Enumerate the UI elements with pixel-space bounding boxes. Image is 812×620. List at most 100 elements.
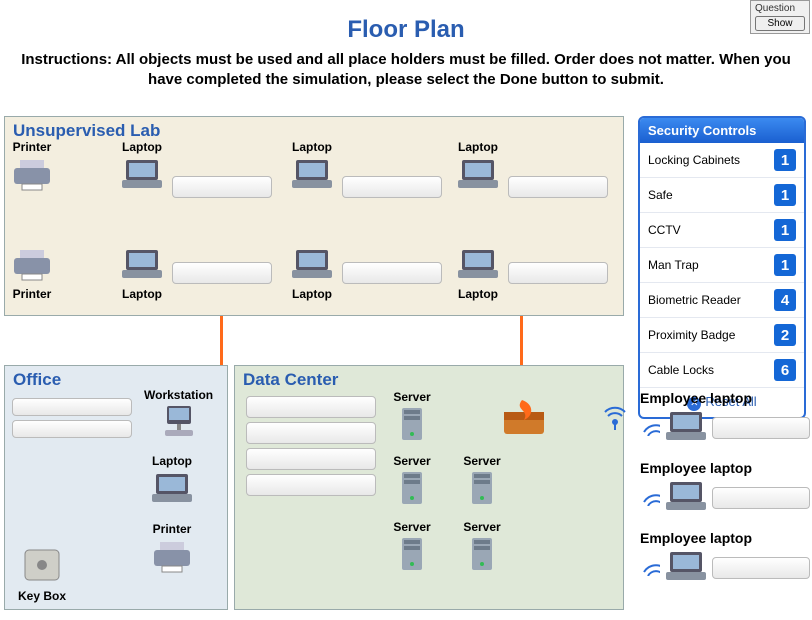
laptop-icon — [120, 156, 164, 195]
workstation-label: Workstation — [144, 388, 213, 402]
slot-lab-4[interactable] — [172, 262, 272, 284]
printer-2[interactable]: Printer — [10, 246, 54, 301]
keybox[interactable]: Key Box — [18, 546, 66, 603]
laptop-icon — [120, 246, 164, 285]
laptop-icon — [290, 246, 334, 285]
wifi-icon — [640, 486, 660, 509]
laptop-icon[interactable] — [664, 408, 708, 447]
laptop-icon — [456, 156, 500, 195]
control-label: Cable Locks — [648, 363, 714, 377]
laptop-icon — [290, 156, 334, 195]
floorplan-canvas: Unsupervised Lab Printer Laptop Laptop L… — [0, 110, 812, 620]
control-count: 1 — [774, 184, 796, 206]
control-count: 6 — [774, 359, 796, 381]
slot-office-1[interactable] — [12, 398, 132, 416]
workstation-1[interactable]: Workstation — [144, 388, 213, 443]
slot-office-2[interactable] — [12, 420, 132, 438]
security-controls-panel: Security Controls Locking Cabinets 1 Safe… — [638, 116, 806, 419]
keybox-icon — [23, 546, 61, 587]
laptop-icon[interactable] — [664, 548, 708, 587]
laptop-5[interactable]: Laptop — [290, 246, 334, 301]
control-biometric-reader[interactable]: Biometric Reader 4 — [640, 283, 804, 318]
laptop-label: Laptop — [120, 140, 164, 154]
slot-emp-2[interactable] — [712, 487, 810, 509]
server-icon — [390, 470, 434, 509]
access-point-icon — [600, 402, 630, 435]
control-locking-cabinets[interactable]: Locking Cabinets 1 — [640, 143, 804, 178]
keybox-label: Key Box — [18, 589, 66, 603]
server-label: Server — [390, 454, 434, 468]
employee-laptop-label: Employee laptop — [640, 390, 810, 406]
server-2[interactable]: Server — [390, 454, 434, 509]
laptop-label: Laptop — [290, 140, 334, 154]
control-cctv[interactable]: CCTV1 — [640, 213, 804, 248]
control-man-trap[interactable]: Man Trap 1 — [640, 248, 804, 283]
laptop-office[interactable]: Laptop — [150, 454, 194, 509]
server-icon — [390, 536, 434, 575]
show-button[interactable]: Show — [755, 16, 805, 31]
laptop-label: Laptop — [120, 287, 164, 301]
control-count: 2 — [774, 324, 796, 346]
slot-emp-3[interactable] — [712, 557, 810, 579]
panel-title: Security Controls — [640, 118, 804, 143]
server-5[interactable]: Server — [460, 520, 504, 575]
laptop-3[interactable]: Laptop — [456, 140, 500, 195]
slot-lab-6[interactable] — [508, 262, 608, 284]
page-title: Floor Plan — [0, 0, 812, 50]
slot-lab-5[interactable] — [342, 262, 442, 284]
control-label: CCTV — [648, 223, 681, 237]
server-icon — [460, 536, 504, 575]
server-label: Server — [460, 520, 504, 534]
firewall[interactable] — [500, 398, 548, 441]
slot-dc-4[interactable] — [246, 474, 376, 496]
server-3[interactable]: Server — [460, 454, 504, 509]
control-count: 1 — [774, 149, 796, 171]
control-label: Locking Cabinets — [648, 153, 740, 167]
server-4[interactable]: Server — [390, 520, 434, 575]
server-label: Server — [460, 454, 504, 468]
printer-1[interactable]: Printer — [10, 140, 54, 195]
control-cable-locks[interactable]: Cable Locks 6 — [640, 353, 804, 388]
laptop-icon[interactable] — [664, 478, 708, 517]
employee-laptop-1: Employee laptop — [640, 390, 810, 447]
slot-dc-1[interactable] — [246, 396, 376, 418]
laptop-4[interactable]: Laptop — [120, 246, 164, 301]
instructions: Instructions: All objects must be used a… — [0, 50, 812, 99]
wifi-icon — [640, 416, 660, 439]
laptop-label: Laptop — [456, 287, 500, 301]
slot-emp-1[interactable] — [712, 417, 810, 439]
control-safe[interactable]: Safe1 — [640, 178, 804, 213]
laptop-2[interactable]: Laptop — [290, 140, 334, 195]
printer-label: Printer — [10, 140, 54, 154]
control-count: 1 — [774, 254, 796, 276]
server-1[interactable]: Server — [390, 390, 434, 445]
control-count: 4 — [774, 289, 796, 311]
slot-dc-2[interactable] — [246, 422, 376, 444]
printer-icon — [10, 246, 54, 285]
slot-lab-1[interactable] — [172, 176, 272, 198]
laptop-6[interactable]: Laptop — [456, 246, 500, 301]
printer-label: Printer — [10, 287, 54, 301]
laptop-label: Laptop — [456, 140, 500, 154]
slot-dc-3[interactable] — [246, 448, 376, 470]
server-icon — [460, 470, 504, 509]
laptop-1[interactable]: Laptop — [120, 140, 164, 195]
employee-laptop-label: Employee laptop — [640, 460, 810, 476]
printer-office[interactable]: Printer — [150, 522, 194, 577]
firewall-icon — [500, 398, 548, 441]
laptop-label: Laptop — [290, 287, 334, 301]
control-proximity-badge[interactable]: Proximity Badge2 — [640, 318, 804, 353]
control-label: Man Trap — [648, 258, 699, 272]
employee-laptop-2: Employee laptop — [640, 460, 810, 517]
server-label: Server — [390, 390, 434, 404]
wifi-icon — [640, 556, 660, 579]
printer-icon — [10, 156, 54, 195]
printer-label: Printer — [150, 522, 194, 536]
laptop-icon — [150, 470, 194, 509]
slot-lab-2[interactable] — [342, 176, 442, 198]
control-label: Biometric Reader — [648, 293, 741, 307]
slot-lab-3[interactable] — [508, 176, 608, 198]
server-icon — [390, 406, 434, 445]
access-point[interactable] — [600, 402, 630, 435]
server-label: Server — [390, 520, 434, 534]
